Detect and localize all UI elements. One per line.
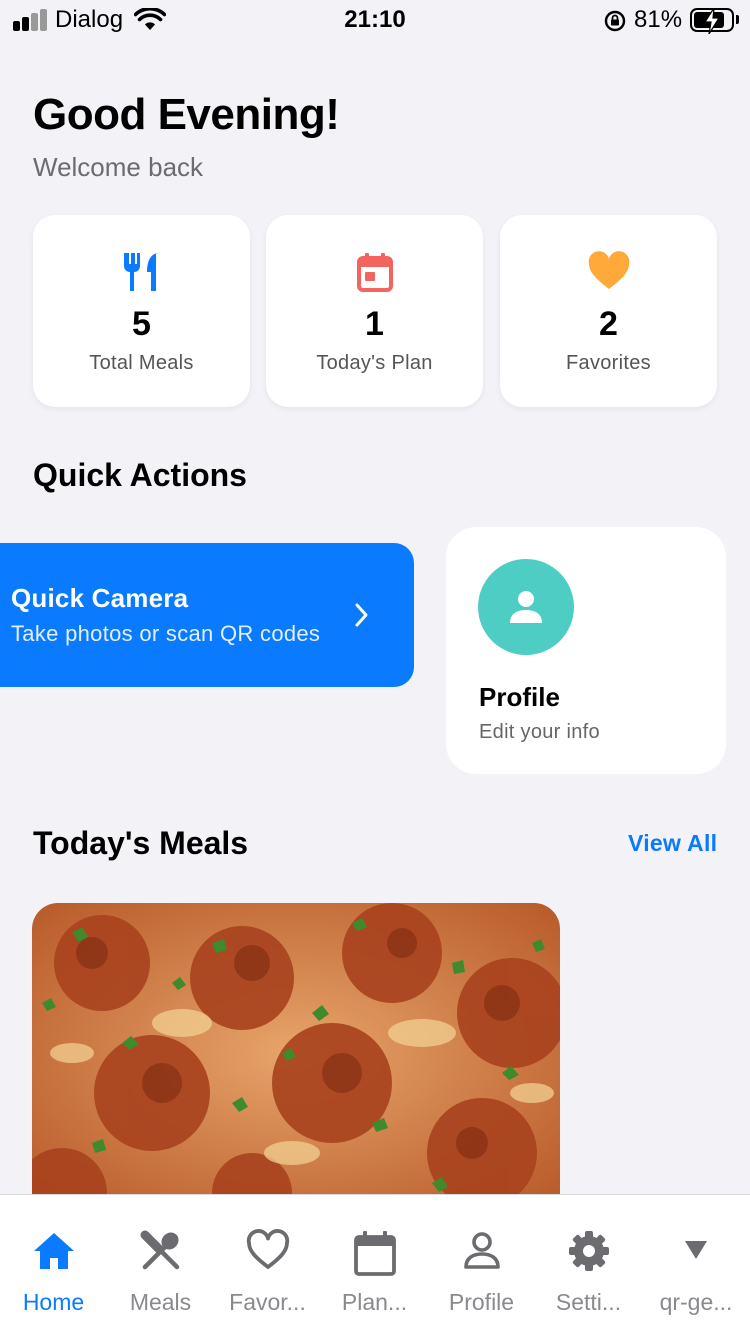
stat-value: 5 <box>132 305 151 343</box>
stat-label: Total Meals <box>89 352 194 374</box>
profile-action-subtitle: Edit your info <box>479 721 600 743</box>
calendar-icon <box>321 1229 428 1276</box>
tab-label: Meals <box>129 1289 192 1315</box>
tab-home[interactable]: Home <box>0 1195 107 1334</box>
tab-bar: Home Meals Favor... Plan... Profile Sett… <box>0 1194 750 1334</box>
fork-knife-icon <box>33 250 250 294</box>
person-icon <box>478 559 574 655</box>
battery-icon <box>690 8 734 34</box>
stat-label: Today's Plan <box>316 352 433 374</box>
stat-card-todays-plan[interactable]: 1 Today's Plan <box>266 215 483 407</box>
view-all-link[interactable]: View All <box>628 830 717 857</box>
heart-icon <box>500 250 717 294</box>
stat-value: 1 <box>365 305 384 343</box>
app-screen: Dialog 21:10 81% Good Evening! Welcome b… <box>0 0 750 1334</box>
greeting-title: Good Evening! <box>33 90 340 139</box>
stat-label: Favorites <box>566 352 651 374</box>
quick-camera-title: Quick Camera <box>11 583 189 613</box>
calendar-icon <box>266 250 483 294</box>
tab-settings[interactable]: Setti... <box>535 1195 642 1334</box>
tab-label: Plan... <box>341 1289 408 1315</box>
heart-outline-icon <box>214 1229 321 1275</box>
quick-camera-button[interactable]: Quick Camera Take photos or scan QR code… <box>0 543 414 687</box>
tab-label: Favor... <box>229 1289 306 1315</box>
person-icon <box>428 1229 535 1275</box>
stat-card-favorites[interactable]: 2 Favorites <box>500 215 717 407</box>
home-icon <box>0 1229 107 1275</box>
stat-value: 2 <box>599 305 618 343</box>
triangle-down-icon <box>642 1229 750 1275</box>
tab-plan[interactable]: Plan... <box>321 1195 428 1334</box>
chevron-right-icon <box>354 602 370 633</box>
tab-qr-generator[interactable]: qr-ge... <box>642 1195 750 1334</box>
rotation-lock-icon <box>603 9 627 38</box>
meal-photo <box>32 903 560 1203</box>
battery-tip <box>736 15 739 24</box>
tab-label: qr-ge... <box>659 1289 733 1315</box>
tab-label: Home <box>22 1289 85 1315</box>
utensils-icon <box>107 1229 214 1275</box>
tab-profile[interactable]: Profile <box>428 1195 535 1334</box>
profile-action-title: Profile <box>479 682 560 712</box>
tab-label: Setti... <box>555 1289 622 1315</box>
tab-meals[interactable]: Meals <box>107 1195 214 1334</box>
profile-action-card[interactable]: Profile Edit your info <box>446 527 726 774</box>
stat-card-total-meals[interactable]: 5 Total Meals <box>33 215 250 407</box>
quick-camera-subtitle: Take photos or scan QR codes <box>11 621 321 646</box>
gear-icon <box>535 1229 642 1275</box>
tab-favorites[interactable]: Favor... <box>214 1195 321 1334</box>
welcome-subtitle: Welcome back <box>33 152 204 182</box>
status-bar: Dialog 21:10 81% <box>0 0 750 42</box>
quick-actions-title: Quick Actions <box>33 457 247 493</box>
tab-label: Profile <box>448 1289 515 1315</box>
todays-meals-title: Today's Meals <box>33 825 249 861</box>
battery-percent: 81% <box>634 6 683 33</box>
meal-image-card[interactable] <box>32 903 560 1203</box>
